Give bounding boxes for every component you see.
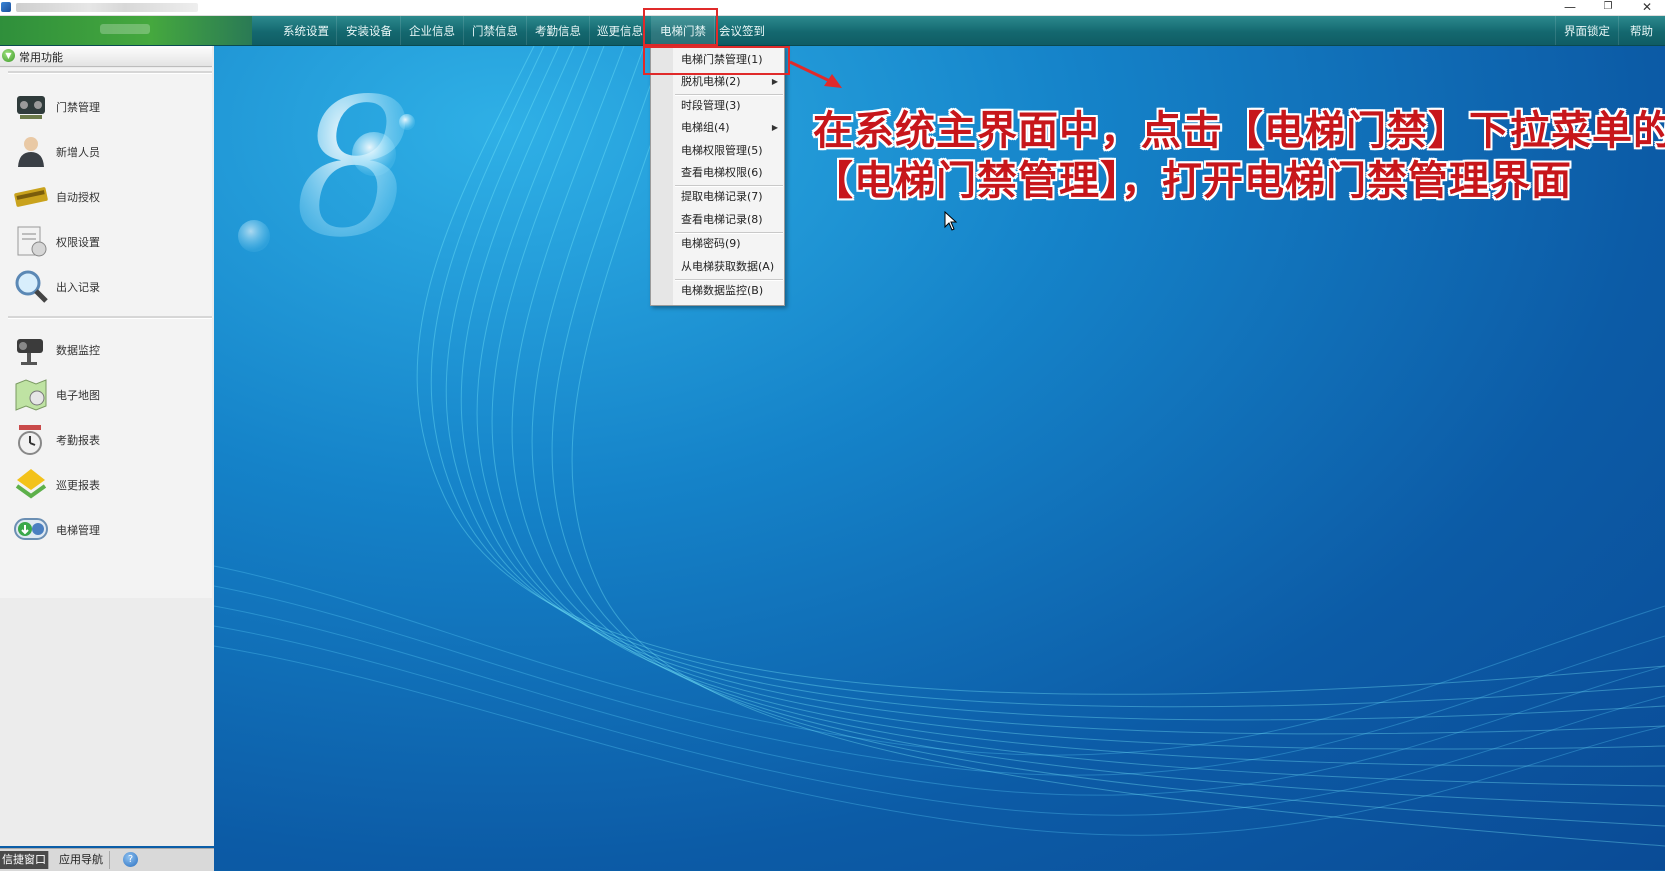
sidebar-item-label: 考勤报表 (56, 434, 100, 447)
menu-item-label: 提取电梯记录(7) (681, 190, 763, 203)
menu-item-label: 查看电梯记录(8) (681, 213, 763, 226)
elevator-icon (14, 518, 48, 540)
menu-item-offline-elevator[interactable]: 脱机电梯(2) ▶ (681, 72, 781, 92)
door-controller-icon (17, 96, 45, 119)
menu-system-settings[interactable]: 系统设置 (276, 16, 337, 45)
menu-item-get-data-from-elevator[interactable]: 从电梯获取数据(A) (681, 257, 781, 277)
elevator-access-dropdown: 电梯门禁管理(1) 脱机电梯(2) ▶ 时段管理(3) 电梯组(4) ▶ 电梯权限管… (650, 46, 785, 306)
camera-icon (17, 339, 43, 365)
sidebar-item-label: 权限设置 (56, 236, 100, 249)
menu-meeting-signin[interactable]: 会议签到 (715, 16, 769, 45)
sidebar-item-permission-settings[interactable]: 权限设置 (10, 221, 210, 261)
tab-shortcut-window[interactable]: 信捷窗口 (0, 851, 49, 869)
sidebar-divider (8, 71, 212, 74)
card-icon (14, 187, 48, 207)
sidebar-item-label: 门禁管理 (56, 101, 100, 114)
help-icon[interactable]: ? (123, 852, 138, 867)
menu-item-label: 电梯数据监控(B) (681, 284, 764, 297)
menu-item-label: 从电梯获取数据(A) (681, 260, 775, 273)
sidebar-item-add-person[interactable]: 新增人员 (10, 131, 210, 171)
sidebar-header[interactable]: ▼ 常用功能 (0, 46, 212, 67)
menu-attendance-info[interactable]: 考勤信息 (527, 16, 590, 45)
annotation-arrow-icon (789, 60, 842, 88)
sidebar-item-patrol-report[interactable]: 巡更报表 (10, 464, 210, 504)
annotation-line-2: 【电梯门禁管理】，打开电梯门禁管理界面 (813, 158, 1572, 204)
tab-app-navigation[interactable]: 应用导航 (53, 851, 110, 869)
sidebar-item-label: 电梯管理 (56, 524, 100, 537)
menu-item-label: 电梯权限管理(5) (681, 144, 763, 157)
sidebar: ▼ 常用功能 门禁管理 新增人员 自动授权 权限设置 出入记录 数据监控 电子地… (0, 46, 216, 846)
menu-company-info[interactable]: 企业信息 (401, 16, 464, 45)
menu-item-label: 电梯组(4) (681, 121, 730, 134)
menu-lock-ui[interactable]: 界面锁定 (1555, 16, 1619, 45)
menu-item-label: 查看电梯权限(6) (681, 166, 763, 179)
sidebar-item-e-map[interactable]: 电子地图 (10, 374, 210, 414)
menu-bar: 系统设置 安装设备 企业信息 门禁信息 考勤信息 巡更信息 电梯门禁 会议签到 … (0, 16, 1665, 46)
sidebar-item-label: 自动授权 (56, 191, 100, 204)
menu-item-elevator-password[interactable]: 电梯密码(9) (681, 234, 781, 254)
menu-item-view-elevator-permission[interactable]: 查看电梯权限(6) (681, 163, 781, 183)
permission-icon (17, 226, 47, 257)
magnifier-icon (15, 270, 48, 303)
menu-install-device[interactable]: 安装设备 (338, 16, 401, 45)
submenu-arrow-icon: ▶ (771, 123, 778, 132)
highlight-box-menu (643, 8, 718, 46)
sidebar-item-label: 巡更报表 (56, 479, 100, 492)
menu-item-elevator-group[interactable]: 电梯组(4) ▶ (681, 118, 781, 138)
menu-item-elevator-permission-management[interactable]: 电梯权限管理(5) (681, 141, 781, 161)
sidebar-item-elevator-management[interactable]: 电梯管理 (10, 509, 210, 549)
svg-text:8: 8 (294, 58, 415, 279)
sidebar-item-label: 新增人员 (56, 146, 100, 159)
sidebar-item-auto-authorize[interactable]: 自动授权 (10, 176, 210, 216)
menu-access-info[interactable]: 门禁信息 (464, 16, 527, 45)
window-title-blurred (16, 3, 198, 12)
app-icon (1, 2, 11, 12)
mouse-cursor-icon (944, 211, 958, 231)
restore-button[interactable]: ❐ (1593, 0, 1623, 15)
sidebar-item-access-records[interactable]: 出入记录 (10, 266, 210, 306)
sidebar-header-label: 常用功能 (19, 51, 63, 64)
menu-item-view-elevator-records[interactable]: 查看电梯记录(8) (681, 210, 781, 230)
sidebar-item-label: 出入记录 (56, 281, 100, 294)
minimize-button[interactable]: — (1555, 0, 1585, 15)
sidebar-item-label: 电子地图 (56, 389, 100, 402)
patrol-icon (15, 469, 47, 499)
clock-icon (18, 425, 42, 455)
person-icon (18, 137, 44, 167)
sidebar-item-attendance-report[interactable]: 考勤报表 (10, 419, 210, 459)
sidebar-item-data-monitor[interactable]: 数据监控 (10, 329, 210, 369)
submenu-arrow-icon: ▶ (771, 77, 778, 86)
map-icon (15, 379, 47, 411)
menubar-logo-area (0, 16, 252, 45)
menu-item-label: 时段管理(3) (681, 99, 741, 112)
menu-item-fetch-elevator-records[interactable]: 提取电梯记录(7) (681, 187, 781, 207)
menu-help[interactable]: 帮助 (1618, 16, 1665, 45)
bottom-tab-strip: 信捷窗口 应用导航 ? (0, 848, 214, 871)
close-button[interactable]: ✕ (1632, 0, 1662, 15)
collapse-toggle-icon[interactable]: ▼ (2, 49, 15, 62)
menu-item-elevator-data-monitor[interactable]: 电梯数据监控(B) (681, 281, 781, 301)
title-bar: — ❐ ✕ (0, 0, 1665, 16)
menu-item-label: 脱机电梯(2) (681, 75, 741, 88)
sidebar-divider (8, 316, 212, 319)
menu-item-label: 电梯密码(9) (681, 237, 741, 250)
sidebar-item-label: 数据监控 (56, 344, 100, 357)
menu-item-time-period[interactable]: 时段管理(3) (681, 96, 781, 116)
sidebar-item-access-management[interactable]: 门禁管理 (10, 86, 210, 126)
highlight-box-dropdown-item (643, 46, 790, 75)
